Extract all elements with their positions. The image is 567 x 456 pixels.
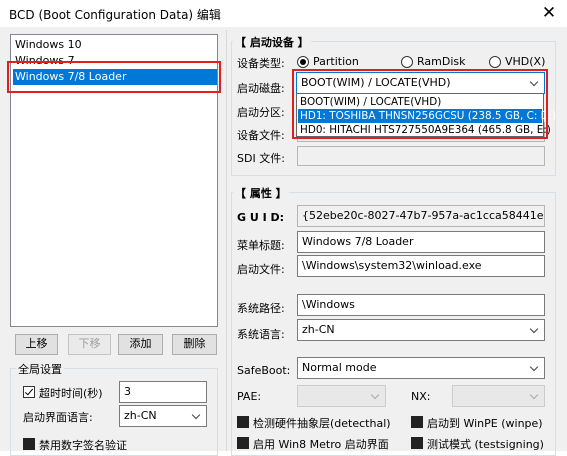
chevron-down-icon: [530, 386, 540, 406]
no-signature-checkbox[interactable]: [23, 438, 35, 450]
boot-disk-label: 启动磁盘:: [237, 82, 285, 95]
close-button[interactable]: ✕: [531, 0, 567, 27]
timeout-input[interactable]: 3: [119, 381, 207, 403]
move-down-button[interactable]: 下移: [68, 334, 111, 355]
properties-title: 【 属性 】: [233, 185, 289, 201]
sdi-file-input[interactable]: [297, 146, 545, 166]
ui-language-label: 启动界面语言:: [23, 411, 93, 424]
move-up-button[interactable]: 上移: [15, 334, 58, 355]
system-language-label: 系统语言:: [237, 328, 285, 341]
testsigning-checkbox[interactable]: [411, 437, 423, 449]
boot-file-input[interactable]: \Windows\system32\winload.exe: [297, 255, 545, 277]
global-settings-title: 全局设置: [16, 361, 64, 377]
pae-label: PAE:: [237, 390, 262, 403]
radio-vhd-label: VHD(X): [505, 55, 546, 68]
chevron-down-icon: [371, 386, 381, 406]
metro-checkbox[interactable]: [237, 437, 249, 449]
metro-label: 启用 Win8 Metro 启动界面: [253, 438, 389, 451]
winpe-label: 启动到 WinPE (winpe): [427, 417, 543, 430]
list-item[interactable]: Windows 10: [13, 37, 217, 53]
annotation-box-entry: [7, 61, 221, 93]
chevron-down-icon: [192, 406, 202, 426]
menu-title-label: 菜单标题:: [237, 239, 285, 252]
radio-partition-label: Partition: [313, 55, 359, 68]
safeboot-label: SafeBoot:: [237, 364, 291, 377]
radio-ramdisk-label: RamDisk: [417, 55, 466, 68]
device-file-label: 设备文件:: [237, 129, 285, 142]
boot-device-title: 【 启动设备 】: [233, 34, 311, 50]
testsigning-label: 测试模式 (testsigning): [427, 438, 544, 451]
menu-title-input[interactable]: Windows 7/8 Loader: [297, 231, 545, 253]
annotation-box-disk: [292, 69, 548, 139]
sdi-file-label: SDI 文件:: [237, 152, 285, 165]
boot-partition-label: 启动分区:: [237, 106, 285, 119]
delete-button[interactable]: 删除: [172, 334, 217, 355]
device-type-label: 设备类型:: [237, 57, 285, 70]
system-path-label: 系统路径:: [237, 302, 285, 315]
window-title: BCD (Boot Configuration Data) 编辑: [9, 8, 221, 22]
title-bar: BCD (Boot Configuration Data) 编辑 ✕: [0, 0, 567, 27]
safeboot-select[interactable]: Normal mode: [297, 357, 545, 379]
radio-ramdisk[interactable]: [401, 56, 413, 68]
nx-label: NX:: [411, 390, 431, 403]
timeout-label: 超时时间(秒): [39, 387, 103, 400]
timeout-checkbox[interactable]: [23, 386, 35, 398]
guid-label: G U I D:: [237, 211, 285, 224]
ui-language-select[interactable]: zh-CN: [119, 405, 207, 427]
winpe-checkbox[interactable]: [411, 416, 423, 428]
guid-input[interactable]: {52ebe20c-8027-47b7-957a-ac1cca58441e}: [297, 205, 545, 227]
chevron-down-icon: [530, 358, 540, 378]
system-path-input[interactable]: \Windows: [297, 294, 545, 316]
close-icon: ✕: [541, 3, 557, 23]
add-button[interactable]: 添加: [118, 334, 163, 355]
radio-vhd[interactable]: [489, 56, 501, 68]
radio-partition[interactable]: [297, 56, 309, 68]
chevron-down-icon: [530, 320, 540, 340]
system-language-select[interactable]: zh-CN: [297, 319, 545, 341]
detecthal-checkbox[interactable]: [237, 416, 249, 428]
pae-select[interactable]: [297, 385, 386, 407]
boot-file-label: 启动文件:: [237, 263, 285, 276]
nx-select[interactable]: [452, 385, 545, 407]
detecthal-label: 检测硬件抽象层(detecthal): [253, 417, 391, 430]
splitter: [226, 30, 227, 451]
